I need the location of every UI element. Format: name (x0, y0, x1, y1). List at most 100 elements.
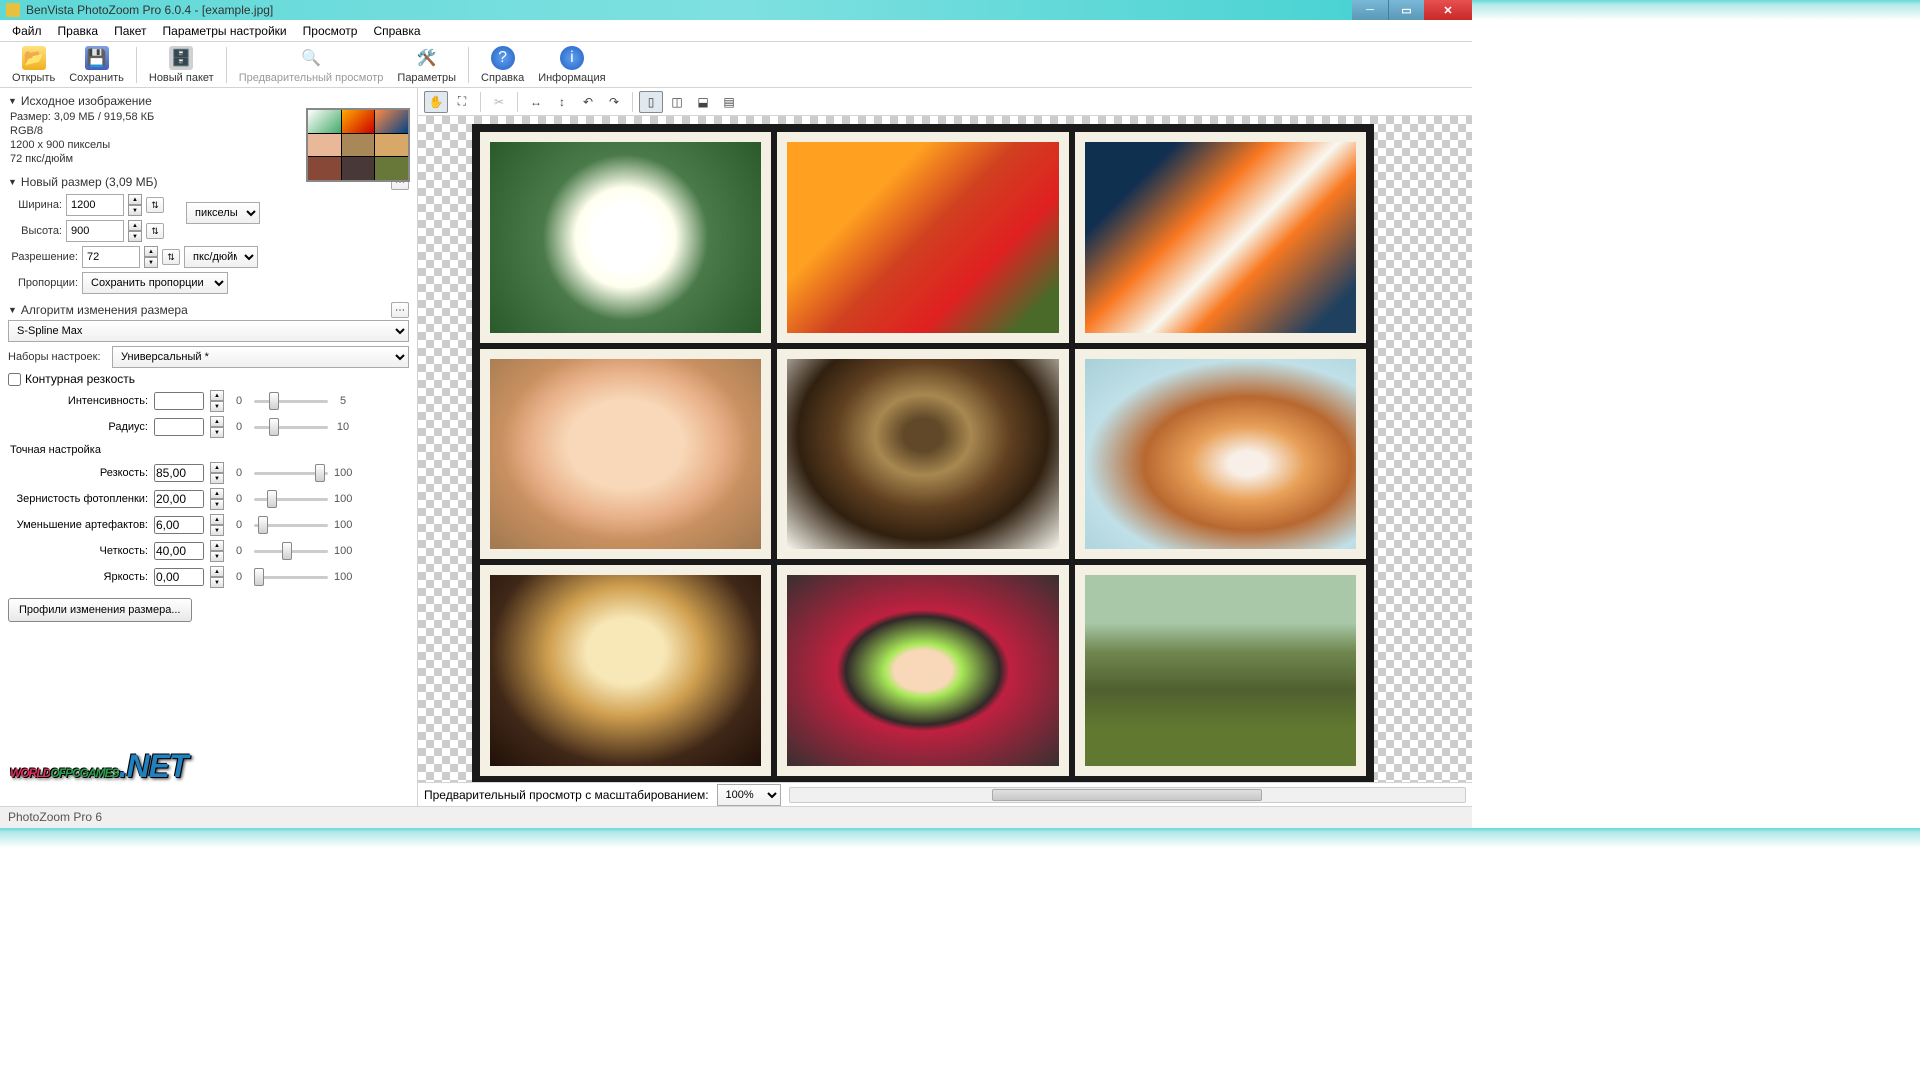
height-spinner[interactable]: ▲▼ (128, 220, 142, 242)
crop-button[interactable]: ✂ (487, 91, 511, 113)
artifact-label: Уменьшение артефактов: (8, 519, 148, 531)
zoom-select[interactable]: 100% (717, 784, 781, 806)
vivid-input[interactable] (154, 568, 204, 586)
view-grid-button[interactable]: ▤ (717, 91, 741, 113)
section-options-button[interactable]: ⋯ (391, 302, 409, 318)
grain-slider[interactable] (254, 489, 328, 509)
units-select[interactable]: пикселы (186, 202, 260, 224)
vivid-slider[interactable] (254, 567, 328, 587)
horizontal-scrollbar[interactable] (789, 787, 1466, 803)
toolbar-separator (136, 47, 137, 83)
crisp-input[interactable] (154, 542, 204, 560)
flip-v-button[interactable]: ↕ (550, 91, 574, 113)
tools-icon: 🛠️ (415, 46, 439, 70)
sharpness-spinner[interactable]: ▲▼ (210, 462, 224, 484)
window-title: BenVista PhotoZoom Pro 6.0.4 - [example.… (26, 3, 273, 17)
view-single-button[interactable]: ▯ (639, 91, 663, 113)
preview-zoom-label: Предварительный просмотр с масштабирован… (424, 788, 709, 802)
intensity-label: Интенсивность: (8, 395, 148, 407)
select-tool-button[interactable]: ⛶ (450, 91, 474, 113)
menu-view[interactable]: Просмотр (295, 21, 366, 41)
minimize-button[interactable]: ─ (1352, 0, 1388, 20)
photo-cell (480, 565, 771, 776)
width-spinner[interactable]: ▲▼ (128, 194, 142, 216)
menu-settings[interactable]: Параметры настройки (155, 21, 295, 41)
intensity-spinner[interactable]: ▲▼ (210, 390, 224, 412)
collapse-icon: ▼ (8, 96, 17, 106)
close-button[interactable]: ✕ (1424, 0, 1472, 20)
ratio-select[interactable]: Сохранить пропорции (82, 272, 228, 294)
artifact-spinner[interactable]: ▲▼ (210, 514, 224, 536)
artifact-slider[interactable] (254, 515, 328, 535)
photo-cell (1075, 132, 1366, 343)
height-input[interactable] (66, 220, 124, 242)
canvas-toolbar: ✋ ⛶ ✂ ↔ ↕ ↶ ↷ ▯ ◫ ⬓ ▤ (418, 88, 1472, 116)
grain-label: Зернистость фотопленки: (8, 493, 148, 505)
rotate-left-button[interactable]: ↶ (576, 91, 600, 113)
menu-file[interactable]: Файл (4, 21, 50, 41)
app-icon (6, 3, 20, 17)
fine-tuning-label: Точная настройка (8, 440, 409, 460)
open-button[interactable]: 📂Открыть (6, 44, 61, 86)
resize-profiles-button[interactable]: Профили изменения размера... (8, 598, 192, 622)
thumbnail-navigator[interactable] (306, 108, 410, 182)
preview-bar: Предварительный просмотр с масштабирован… (418, 782, 1472, 806)
radius-input[interactable] (154, 418, 204, 436)
crisp-label: Четкость: (8, 545, 148, 557)
view-split-h-button[interactable]: ◫ (665, 91, 689, 113)
preview-button[interactable]: 🔍Предварительный просмотр (233, 44, 390, 86)
intensity-input[interactable] (154, 392, 204, 410)
resolution-label: Разрешение: (8, 251, 78, 263)
algo-section-header[interactable]: ▼Алгоритм изменения размера⋯ (8, 300, 409, 320)
main-toolbar: 📂Открыть 💾Сохранить 🗄️Новый пакет 🔍Предв… (0, 42, 1472, 88)
photo-cell (1075, 565, 1366, 776)
algorithm-select[interactable]: S-Spline Max (8, 320, 409, 342)
width-label: Ширина: (8, 199, 62, 211)
menu-edit[interactable]: Правка (50, 21, 107, 41)
vivid-spinner[interactable]: ▲▼ (210, 566, 224, 588)
resolution-input[interactable] (82, 246, 140, 268)
grain-input[interactable] (154, 490, 204, 508)
magnifier-icon: 🔍 (299, 46, 323, 70)
info-icon: i (560, 46, 584, 70)
save-button[interactable]: 💾Сохранить (63, 44, 130, 86)
menu-bar: Файл Правка Пакет Параметры настройки Пр… (0, 20, 1472, 42)
link-button[interactable]: ⇅ (146, 223, 164, 239)
resolution-spinner[interactable]: ▲▼ (144, 246, 158, 268)
intensity-slider[interactable] (254, 391, 328, 411)
width-input[interactable] (66, 194, 124, 216)
params-button[interactable]: 🛠️Параметры (391, 44, 462, 86)
help-icon: ? (491, 46, 515, 70)
status-bar: PhotoZoom Pro 6 (0, 806, 1472, 828)
main-area: ✋ ⛶ ✂ ↔ ↕ ↶ ↷ ▯ ◫ ⬓ ▤ (418, 88, 1472, 806)
crisp-slider[interactable] (254, 541, 328, 561)
preset-select[interactable]: Универсальный * (112, 346, 409, 368)
menu-help[interactable]: Справка (365, 21, 428, 41)
grain-spinner[interactable]: ▲▼ (210, 488, 224, 510)
sharpness-slider[interactable] (254, 463, 328, 483)
title-bar: BenVista PhotoZoom Pro 6.0.4 - [example.… (0, 0, 1472, 20)
sharpness-input[interactable] (154, 464, 204, 482)
res-units-select[interactable]: пкс/дюйм (184, 246, 258, 268)
content-area: ▼Исходное изображение Размер: 3,09 МБ / … (0, 88, 1472, 806)
info-button[interactable]: iИнформация (532, 44, 611, 86)
maximize-button[interactable]: ▭ (1388, 0, 1424, 20)
link-button[interactable]: ⇅ (162, 249, 180, 265)
new-batch-button[interactable]: 🗄️Новый пакет (143, 44, 220, 86)
photo-cell (777, 565, 1068, 776)
menu-batch[interactable]: Пакет (106, 21, 154, 41)
hand-tool-button[interactable]: ✋ (424, 91, 448, 113)
sidebar-panel: ▼Исходное изображение Размер: 3,09 МБ / … (0, 88, 418, 806)
unsharp-checkbox[interactable] (8, 373, 21, 386)
unsharp-checkbox-row: Контурная резкость (8, 370, 409, 388)
canvas-area[interactable] (418, 116, 1472, 782)
link-button[interactable]: ⇅ (146, 197, 164, 213)
rotate-right-button[interactable]: ↷ (602, 91, 626, 113)
help-button[interactable]: ?Справка (475, 44, 530, 86)
crisp-spinner[interactable]: ▲▼ (210, 540, 224, 562)
radius-spinner[interactable]: ▲▼ (210, 416, 224, 438)
view-split-v-button[interactable]: ⬓ (691, 91, 715, 113)
radius-slider[interactable] (254, 417, 328, 437)
flip-h-button[interactable]: ↔ (524, 91, 548, 113)
artifact-input[interactable] (154, 516, 204, 534)
